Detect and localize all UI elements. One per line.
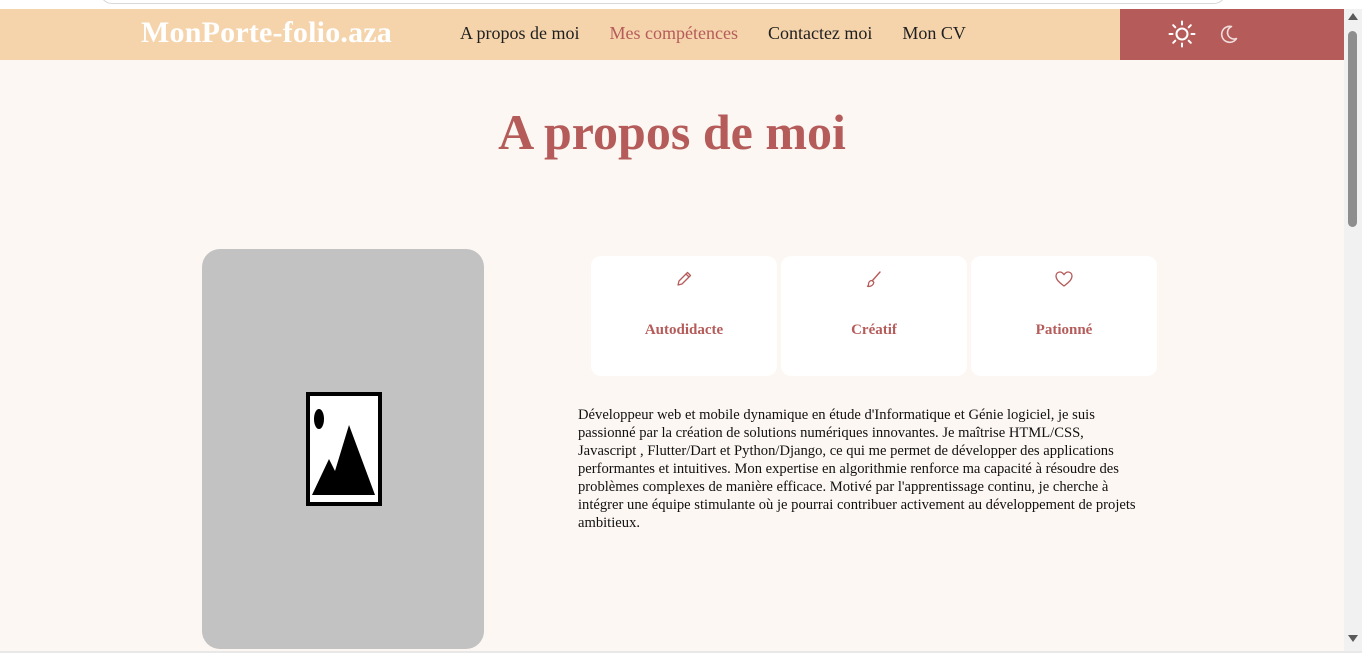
theme-toggle-area [1120, 9, 1344, 60]
nav-link-about[interactable]: A propos de moi [460, 23, 580, 44]
card-label: Pationné [1035, 322, 1093, 338]
card-autodidacte: Autodidacte [591, 256, 777, 376]
moon-icon[interactable] [1218, 23, 1240, 45]
qualities-cards: Autodidacte Créatif Pationné [591, 256, 1157, 376]
card-creatif: Créatif [781, 256, 967, 376]
browser-top-strip [0, 0, 1362, 9]
nav-link-skills[interactable]: Mes compétences [610, 23, 738, 44]
card-label: Autodidacte [644, 322, 724, 338]
image-placeholder-icon [306, 392, 382, 506]
scroll-down-arrow-icon[interactable] [1348, 635, 1358, 642]
vertical-scrollbar[interactable] [1344, 9, 1362, 651]
pencil-icon [677, 271, 692, 286]
page: MonPorte-folio.aza A propos de moi Mes c… [0, 9, 1344, 651]
nav-links: A propos de moi Mes compétences Contacte… [460, 23, 996, 44]
navbar: MonPorte-folio.aza A propos de moi Mes c… [0, 9, 1344, 60]
brush-icon [866, 271, 881, 288]
scroll-up-arrow-icon[interactable] [1348, 13, 1358, 20]
scroll-thumb[interactable] [1348, 31, 1357, 227]
sun-icon[interactable] [1168, 20, 1196, 48]
about-description: Développeur web et mobile dynamique en é… [578, 407, 1136, 531]
address-bar-edge[interactable] [100, 0, 1226, 4]
nav-link-contact[interactable]: Contactez moi [768, 23, 872, 44]
profile-photo-placeholder [202, 249, 484, 649]
section-title: A propos de moi [498, 104, 846, 160]
nav-link-cv[interactable]: Mon CV [902, 23, 966, 44]
card-passionne: Pationné [971, 256, 1157, 376]
card-label: Créatif [851, 322, 897, 338]
heart-icon [1055, 271, 1073, 287]
brand-logo[interactable]: MonPorte-folio.aza [141, 16, 392, 50]
